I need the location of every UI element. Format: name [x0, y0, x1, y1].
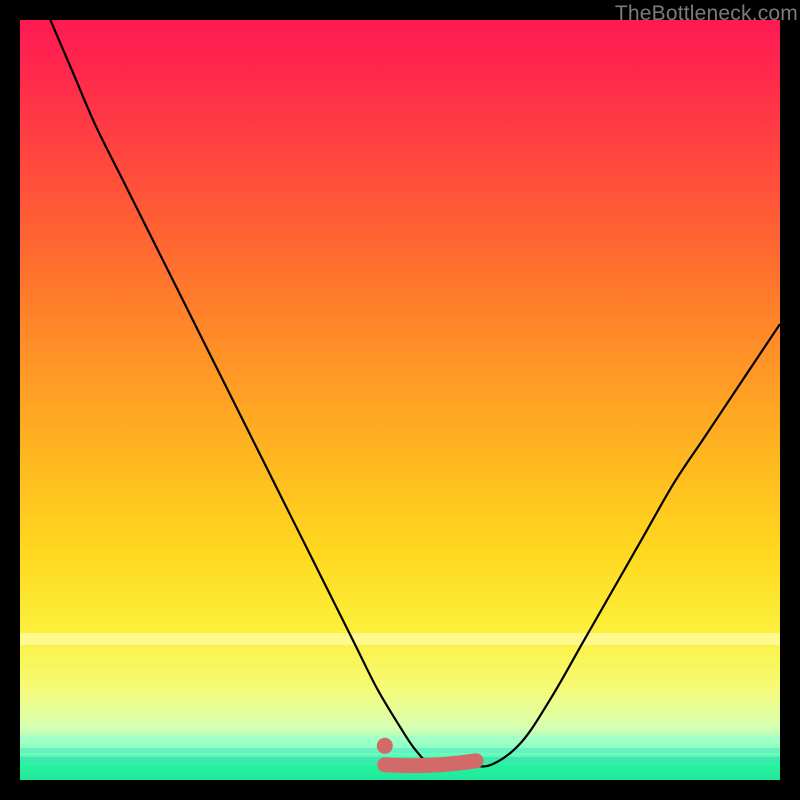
plot-frame [20, 20, 780, 780]
background-gradient [20, 20, 780, 780]
gradient-band-mint-1 [20, 736, 780, 743]
gradient-band-mint-2 [20, 748, 780, 753]
gradient-band-yellow [20, 633, 780, 645]
gradient-band-mint-3 [20, 757, 780, 762]
